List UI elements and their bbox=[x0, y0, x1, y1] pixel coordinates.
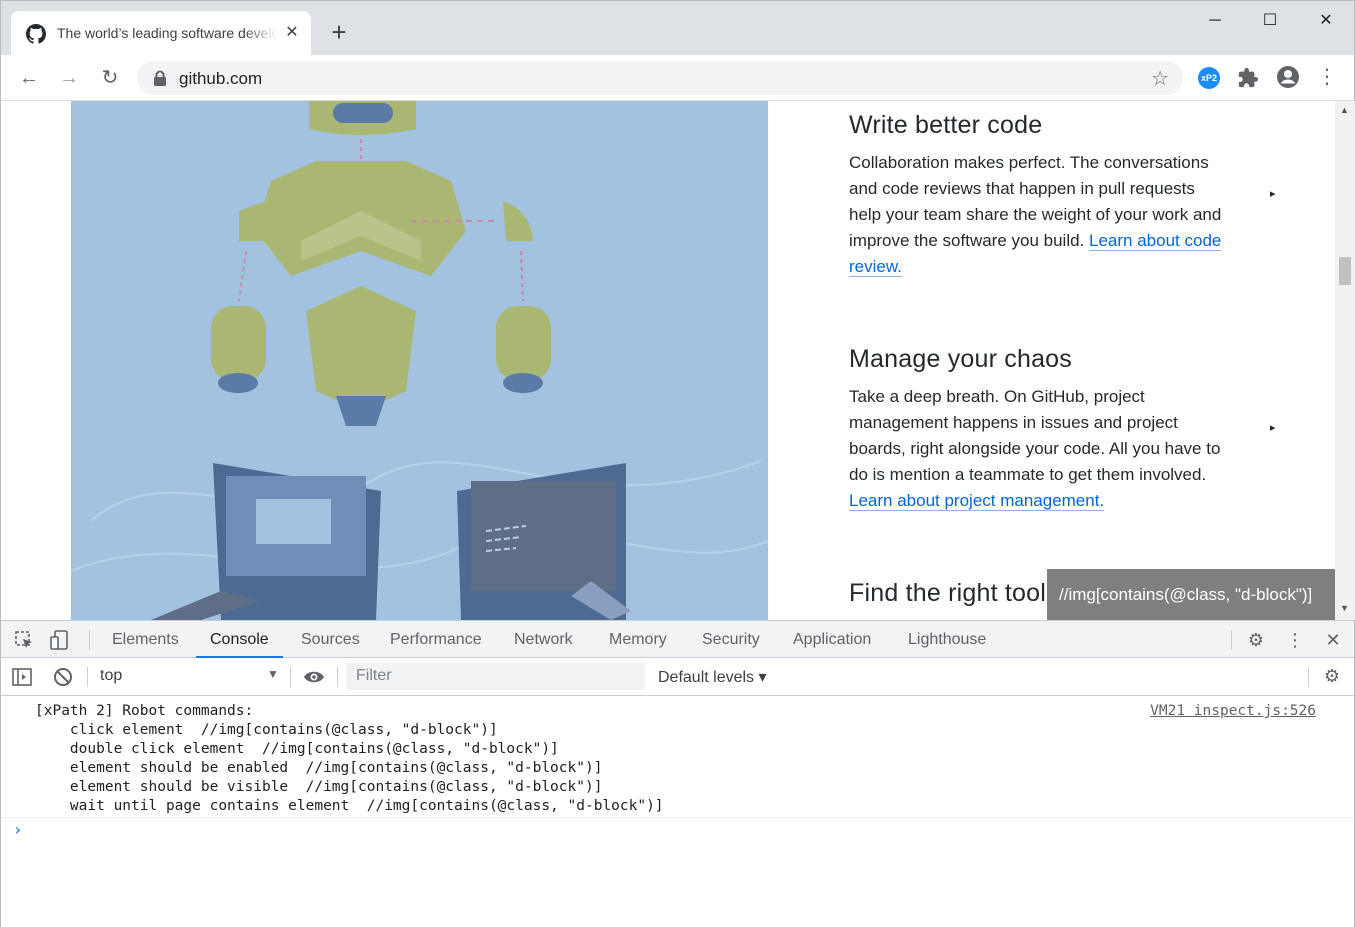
console-output: [xPath 2] Robot commands: click element … bbox=[1, 696, 1354, 927]
feature-manage-chaos: Manage your chaos Take a deep breath. On… bbox=[849, 345, 1229, 514]
devtools-tabbar: Elements Console Sources Performance Net… bbox=[1, 620, 1354, 658]
filter-placeholder: Filter bbox=[356, 667, 392, 684]
github-icon bbox=[26, 24, 46, 44]
feature-body: Take a deep breath. On GitHub, project m… bbox=[849, 387, 1221, 484]
feature-heading: Write better code bbox=[849, 111, 1043, 139]
tab-performance[interactable]: Performance bbox=[390, 621, 482, 658]
context-selector[interactable]: top bbox=[100, 667, 122, 685]
console-settings-gear-icon[interactable]: ⚙ bbox=[1321, 665, 1343, 687]
tab-title: The world’s leading software development… bbox=[57, 25, 277, 41]
reload-button[interactable]: ↻ bbox=[96, 65, 124, 91]
profile-avatar-icon[interactable] bbox=[1276, 65, 1300, 89]
tab-application[interactable]: Application bbox=[793, 621, 871, 658]
sidebar-toggle-icon[interactable] bbox=[11, 666, 33, 688]
back-button[interactable]: ← bbox=[15, 65, 43, 91]
console-toolbar: top ▼ Filter Default levels ▾ ⚙ bbox=[1, 658, 1354, 696]
tab-close-icon[interactable]: ✕ bbox=[283, 24, 301, 42]
feature-write-better-code: Write better code Collaboration makes pe… bbox=[849, 111, 1229, 280]
scroll-down-icon[interactable]: ▼ bbox=[1340, 603, 1349, 613]
tab-lighthouse[interactable]: Lighthouse bbox=[908, 621, 986, 658]
divider bbox=[87, 667, 88, 687]
device-toolbar-icon[interactable] bbox=[49, 629, 71, 651]
scroll-up-icon[interactable]: ▲ bbox=[1340, 105, 1349, 115]
feature-heading: Manage your chaos bbox=[849, 345, 1072, 373]
source-link[interactable]: VM21 inspect.js:526 bbox=[1150, 702, 1316, 721]
browser-menu-icon[interactable]: ⋮ bbox=[1317, 65, 1337, 91]
web-page: Write better code Collaboration makes pe… bbox=[1, 101, 1335, 620]
divider bbox=[89, 630, 90, 650]
page-scrollbar[interactable]: ▲ ▼ bbox=[1335, 101, 1355, 620]
close-devtools-icon[interactable]: ✕ bbox=[1322, 629, 1344, 651]
more-options-icon[interactable]: ⋮ bbox=[1284, 629, 1306, 651]
lock-icon[interactable] bbox=[153, 70, 167, 86]
forward-button[interactable]: → bbox=[55, 65, 83, 91]
tab-strip: The world’s leading software development… bbox=[1, 1, 1354, 55]
eye-icon[interactable] bbox=[303, 666, 325, 688]
expand-caret-icon[interactable]: ▸ bbox=[1270, 421, 1276, 434]
divider bbox=[1, 817, 1354, 818]
tab-memory[interactable]: Memory bbox=[609, 621, 667, 658]
minimize-button[interactable]: ─ bbox=[1200, 9, 1230, 33]
inspect-element-icon[interactable] bbox=[13, 629, 35, 651]
console-message: [xPath 2] Robot commands: click element … bbox=[35, 703, 664, 814]
feature-text: Take a deep breath. On GitHub, project m… bbox=[849, 384, 1229, 514]
extensions-puzzle-icon[interactable] bbox=[1237, 65, 1259, 91]
url-text[interactable]: github.com bbox=[179, 69, 262, 89]
project-management-link[interactable]: Learn about project management. bbox=[849, 491, 1105, 511]
browser-tab[interactable]: The world’s leading software development… bbox=[11, 11, 311, 55]
divider bbox=[337, 667, 338, 687]
address-bar[interactable]: github.com ☆ bbox=[137, 61, 1183, 95]
tab-console[interactable]: Console bbox=[196, 621, 283, 658]
divider bbox=[290, 667, 291, 687]
xpath-tooltip: //img[contains(@class, "d-block")] bbox=[1047, 569, 1335, 620]
browser-toolbar: ← → ↻ github.com ☆ xP2 ⋮ bbox=[1, 55, 1354, 101]
scrollbar-thumb[interactable] bbox=[1339, 257, 1351, 285]
console-prompt[interactable]: › bbox=[13, 820, 23, 839]
new-tab-button[interactable]: + bbox=[327, 19, 351, 45]
divider bbox=[1308, 667, 1309, 687]
clear-console-icon[interactable] bbox=[52, 666, 74, 688]
expand-caret-icon[interactable]: ▸ bbox=[1270, 187, 1276, 200]
hero-illustration[interactable] bbox=[71, 101, 768, 620]
browser-window: The world’s leading software development… bbox=[0, 0, 1355, 927]
settings-gear-icon[interactable]: ⚙ bbox=[1245, 629, 1267, 651]
chevron-down-icon[interactable]: ▼ bbox=[267, 667, 279, 681]
robot-illustration bbox=[71, 101, 768, 620]
tab-sources[interactable]: Sources bbox=[301, 621, 360, 658]
bookmark-star-icon[interactable]: ☆ bbox=[1151, 66, 1169, 91]
maximize-button[interactable]: ☐ bbox=[1255, 9, 1285, 33]
tab-elements[interactable]: Elements bbox=[112, 621, 179, 658]
log-levels-dropdown[interactable]: Default levels ▾ bbox=[658, 667, 767, 687]
divider bbox=[1231, 630, 1232, 650]
filter-input[interactable]: Filter bbox=[346, 663, 645, 690]
tab-security[interactable]: Security bbox=[702, 621, 760, 658]
tab-network[interactable]: Network bbox=[514, 621, 573, 658]
feature-text: Collaboration makes perfect. The convers… bbox=[849, 150, 1229, 280]
xpath-extension-icon[interactable]: xP2 bbox=[1198, 67, 1220, 89]
window-close-button[interactable]: ✕ bbox=[1311, 9, 1341, 33]
